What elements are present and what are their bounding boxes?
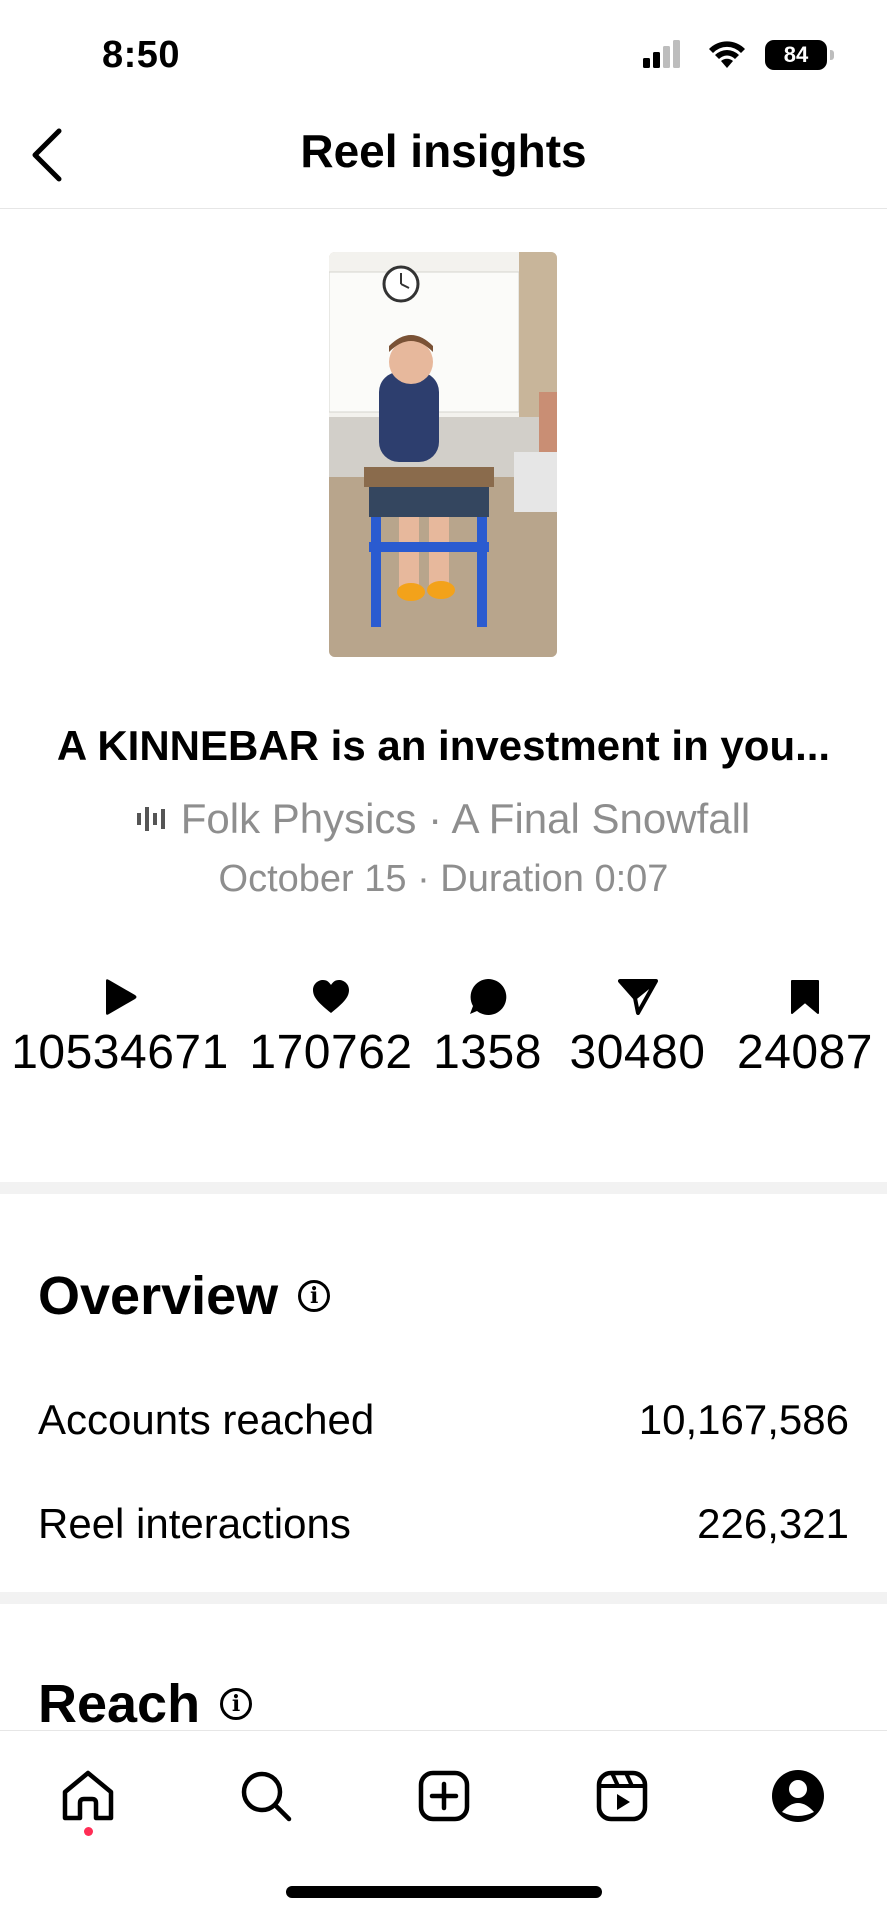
reels-icon (596, 1770, 648, 1822)
nav-reels[interactable] (582, 1761, 662, 1831)
overview-section-title: Overview i (38, 1265, 331, 1327)
reach-title: Reach (38, 1678, 201, 1730)
nav-search[interactable] (226, 1761, 306, 1831)
page-title: Reel insights (300, 125, 587, 177)
section-divider (0, 1592, 887, 1604)
battery-level: 84 (783, 42, 809, 67)
nav-profile[interactable] (758, 1761, 838, 1831)
heart-icon (313, 980, 349, 1013)
accounts-reached-value: 10,167,586 (638, 1396, 849, 1443)
search-icon (241, 1771, 292, 1822)
home-indicator (286, 1886, 602, 1898)
reel-interactions-label: Reel interactions (38, 1500, 351, 1547)
play-icon (106, 979, 137, 1015)
info-icon[interactable]: i (220, 1688, 253, 1720)
reel-caption: A KINNEBAR is an investment in you... (56, 722, 831, 769)
comment-icon (469, 978, 506, 1015)
plays-count: 10534671 (11, 1026, 229, 1079)
header: Reel insights (0, 100, 887, 209)
reel-thumbnail[interactable] (329, 252, 557, 657)
status-time: 8:50 (102, 34, 181, 76)
saves-metric: 24087 (725, 975, 885, 1080)
notification-dot (84, 1827, 93, 1836)
section-divider (0, 1182, 887, 1194)
overview-title: Overview (38, 1266, 279, 1326)
audio-name: Folk Physics · A Final Snowfall (180, 795, 751, 842)
profile-icon (772, 1770, 824, 1822)
likes-metric: 170762 (240, 975, 422, 1080)
accounts-reached-label: Accounts reached (38, 1396, 375, 1443)
status-icons: 84 (643, 40, 834, 70)
reach-section-title: Reach i (38, 1678, 253, 1730)
cellular-signal-icon (643, 40, 680, 68)
date-duration: October 15 · Duration 0:07 (218, 858, 669, 900)
battery-indicator: 84 (765, 40, 834, 70)
share-icon (617, 979, 658, 1015)
classroom-scene-image (329, 252, 557, 657)
likes-count: 170762 (249, 1026, 413, 1079)
wifi-icon (709, 41, 745, 68)
bookmark-icon (791, 980, 819, 1014)
home-icon (62, 1770, 114, 1821)
audio-waveform-icon (136, 807, 165, 831)
create-icon (418, 1770, 470, 1822)
nav-home[interactable] (48, 1761, 128, 1831)
shares-count: 30480 (569, 1026, 706, 1079)
reel-interactions-value: 226,321 (697, 1500, 849, 1547)
shares-metric: 30480 (555, 975, 720, 1080)
plays-metric: 10534671 (5, 975, 235, 1080)
comments-metric: 1358 (425, 975, 550, 1080)
info-icon[interactable]: i (298, 1280, 331, 1312)
nav-create[interactable] (404, 1761, 484, 1831)
comments-count: 1358 (433, 1026, 542, 1079)
saves-count: 24087 (737, 1026, 873, 1079)
audio-info[interactable]: Folk Physics · A Final Snowfall (0, 795, 887, 843)
